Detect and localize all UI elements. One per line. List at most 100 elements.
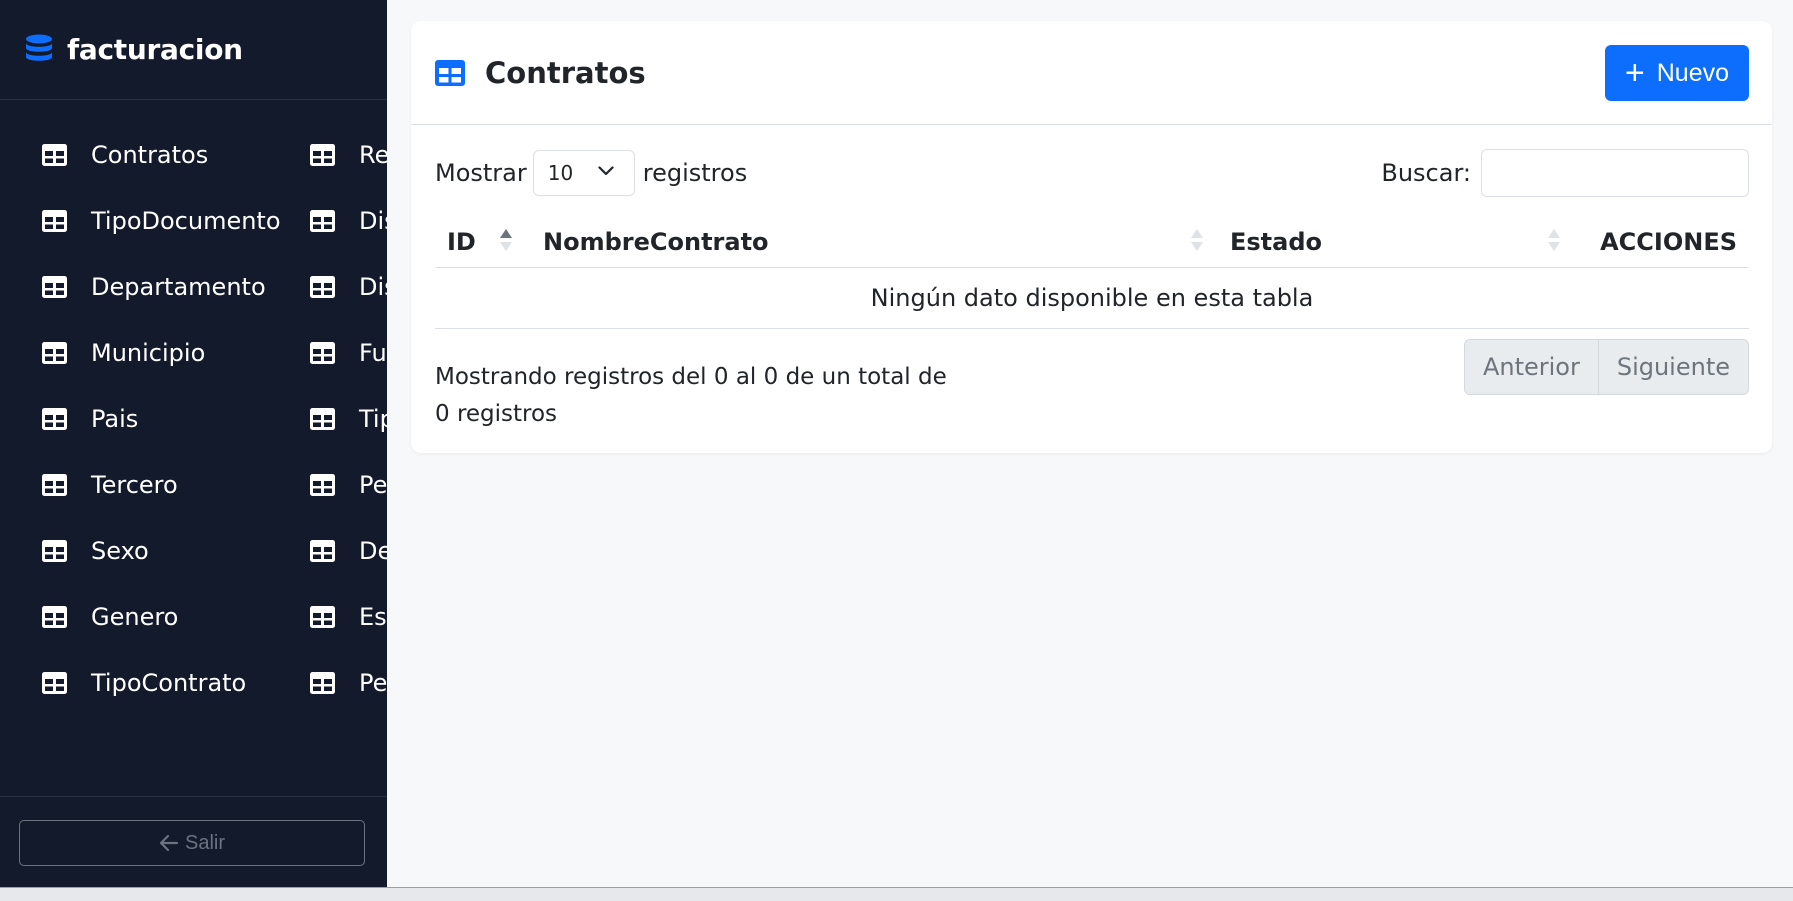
sidebar-item-label: Dis xyxy=(359,207,387,235)
main-content: Contratos + Nuevo Mostrar 10 registros B… xyxy=(387,0,1793,887)
brand-name: facturacion xyxy=(67,33,243,66)
arrow-left-icon xyxy=(159,834,179,852)
brand[interactable]: facturacion xyxy=(0,0,387,100)
column-header-status[interactable]: Estado xyxy=(1230,215,1322,268)
sidebar: facturacion Contratos TipoDocumento Depart… xyxy=(0,0,387,887)
sidebar-item-label: TipoDocumento xyxy=(91,207,281,235)
column-header-id[interactable]: ID xyxy=(447,215,476,268)
sidebar-item[interactable]: Contratos xyxy=(42,122,281,188)
sort-icon[interactable] xyxy=(1190,226,1204,254)
sidebar-item[interactable]: Tercero xyxy=(42,452,281,518)
sidebar-item-label: Per xyxy=(359,669,387,697)
plus-icon: + xyxy=(1624,54,1645,92)
table-icon xyxy=(42,408,67,430)
prev-page-button[interactable]: Anterior xyxy=(1465,340,1598,394)
database-icon xyxy=(26,34,52,61)
sidebar-item[interactable]: TipoDocumento xyxy=(42,188,281,254)
table-header: ID NombreContrato Estado ACCIONES xyxy=(435,215,1749,268)
sidebar-item[interactable]: Dis xyxy=(310,188,387,254)
table-icon xyxy=(42,474,67,496)
column-header-label: NombreContrato xyxy=(543,227,769,256)
sidebar-item[interactable]: Per xyxy=(310,650,387,716)
column-header-name[interactable]: NombreContrato xyxy=(543,215,769,268)
table-icon xyxy=(310,672,335,694)
sidebar-item-label: Dis xyxy=(359,273,387,301)
table-icon xyxy=(42,144,67,166)
table-icon xyxy=(435,59,465,86)
sidebar-item[interactable]: Tip xyxy=(310,386,387,452)
sidebar-item-label: Contratos xyxy=(91,141,209,169)
sort-asc-icon[interactable] xyxy=(499,226,513,254)
new-button[interactable]: + Nuevo xyxy=(1604,45,1749,101)
table-icon xyxy=(42,210,67,232)
sidebar-item-label: Municipio xyxy=(91,339,206,367)
search-wrap: Buscar: xyxy=(1381,149,1749,197)
sidebar-item[interactable]: Per xyxy=(310,452,387,518)
sidebar-menu: Contratos TipoDocumento Departamento Munici… xyxy=(0,100,387,796)
contracts-table: ID NombreContrato Estado ACCIONES Ningún… xyxy=(435,215,1749,329)
records-label: registros xyxy=(642,159,748,187)
sidebar-item[interactable]: Reg xyxy=(310,122,387,188)
sidebar-item-label: Fun xyxy=(359,339,387,367)
table-icon xyxy=(42,606,67,628)
menu-column-1: Contratos TipoDocumento Departamento Munici… xyxy=(42,122,281,716)
table-info: Mostrando registros del 0 al 0 de un tot… xyxy=(435,364,947,427)
table-icon xyxy=(310,474,335,496)
column-header-label: ACCIONES xyxy=(1600,227,1737,256)
sidebar-item[interactable]: Municipio xyxy=(42,320,281,386)
logout-button[interactable]: Salir xyxy=(19,820,365,866)
search-input[interactable] xyxy=(1481,149,1749,197)
next-page-button[interactable]: Siguiente xyxy=(1597,340,1748,394)
contracts-card: Contratos + Nuevo Mostrar 10 registros B… xyxy=(411,21,1772,453)
table-icon xyxy=(42,540,67,562)
pagination: Anterior Siguiente xyxy=(1463,339,1749,395)
sidebar-item[interactable]: Departamento xyxy=(42,254,281,320)
sidebar-footer: Salir xyxy=(0,796,387,887)
new-button-label: Nuevo xyxy=(1656,58,1729,87)
sidebar-item[interactable]: TipoContrato xyxy=(42,650,281,716)
sidebar-item-label: TipoContrato xyxy=(91,669,247,697)
empty-row: Ningún dato disponible en esta tabla xyxy=(435,268,1749,329)
table-icon xyxy=(310,540,335,562)
sidebar-item[interactable]: Pais xyxy=(42,386,281,452)
sidebar-item[interactable]: Esp xyxy=(310,584,387,650)
sidebar-item[interactable]: Fun xyxy=(310,320,387,386)
sidebar-item-label: Per xyxy=(359,471,387,499)
table-icon xyxy=(310,210,335,232)
search-label: Buscar: xyxy=(1381,159,1471,187)
table-icon xyxy=(310,408,335,430)
sidebar-item[interactable]: De xyxy=(310,518,387,584)
sidebar-item-label: Esp xyxy=(359,603,387,631)
column-header-label: ID xyxy=(447,227,476,256)
logout-label: Salir xyxy=(184,831,225,854)
table-icon xyxy=(42,342,67,364)
sidebar-item[interactable]: Sexo xyxy=(42,518,281,584)
column-header-label: Estado xyxy=(1230,227,1323,256)
table-icon xyxy=(42,672,67,694)
page-size-value: 10 xyxy=(547,161,574,185)
table-icon xyxy=(310,276,335,298)
table-icon xyxy=(310,144,335,166)
menu-column-2: Reg Dis Dis Fun Tip Per De Esp Per xyxy=(310,122,387,716)
sidebar-item-label: De xyxy=(359,537,387,565)
page-size-select[interactable]: 10 xyxy=(532,150,635,196)
sidebar-item[interactable]: Genero xyxy=(42,584,281,650)
sidebar-item-label: Pais xyxy=(91,405,139,433)
card-header: Contratos + Nuevo xyxy=(411,21,1772,125)
show-label: Mostrar xyxy=(435,159,527,187)
chevron-down-icon xyxy=(598,166,614,176)
table-icon xyxy=(42,276,67,298)
sidebar-item-label: Genero xyxy=(91,603,179,631)
sidebar-item[interactable]: Dis xyxy=(310,254,387,320)
sidebar-item-label: Sexo xyxy=(91,537,149,565)
table-controls: Mostrar 10 registros Buscar: xyxy=(435,149,1749,197)
sidebar-item-label: Tercero xyxy=(91,471,178,499)
empty-message: Ningún dato disponible en esta tabla xyxy=(870,284,1314,312)
table-icon xyxy=(310,342,335,364)
column-header-actions: ACCIONES xyxy=(1600,215,1737,268)
sidebar-item-label: Departamento xyxy=(91,273,266,301)
sidebar-item-label: Tip xyxy=(359,405,387,433)
sort-icon[interactable] xyxy=(1547,226,1561,254)
page-title: Contratos xyxy=(485,55,646,90)
taskbar-strip xyxy=(0,887,1793,901)
